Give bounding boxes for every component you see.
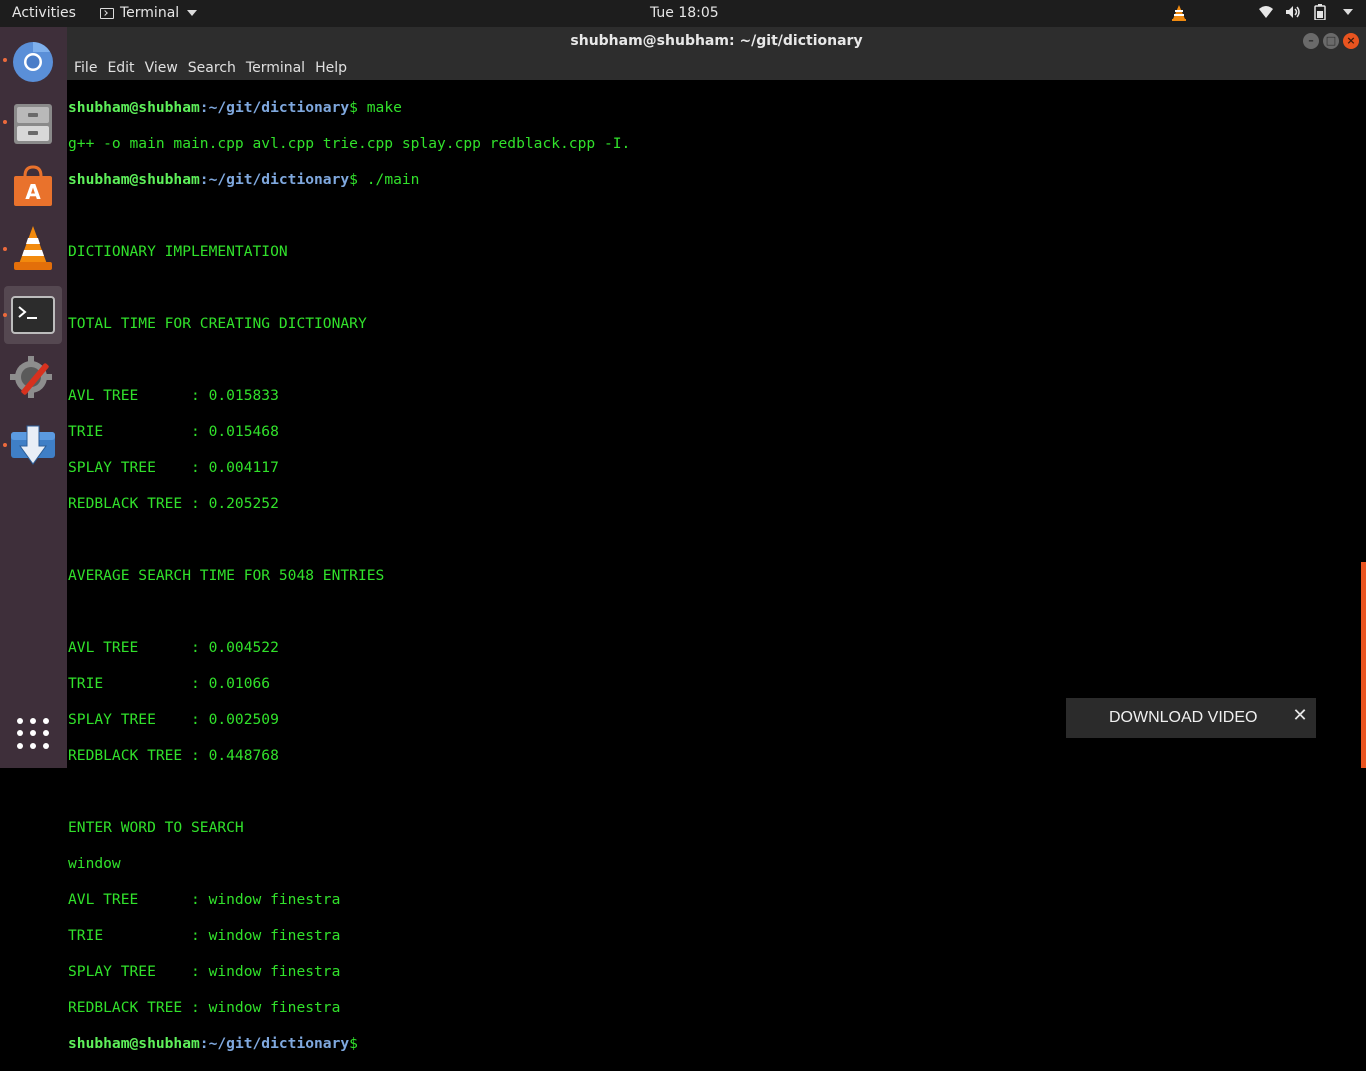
app-menu-label: Terminal [120, 5, 180, 21]
prompt-symbol: $ [349, 99, 367, 116]
close-button[interactable]: × [1343, 33, 1359, 49]
input-line: window [68, 855, 121, 872]
output-line: SPLAY TREE : 0.004117 [68, 459, 279, 476]
running-indicator [3, 58, 7, 62]
menu-file[interactable]: File [74, 60, 97, 76]
clock[interactable]: Tue 18:05 [650, 5, 719, 21]
vlc-cone-icon[interactable] [1170, 4, 1188, 26]
window-title: shubham@shubham: ~/git/dictionary [570, 33, 863, 49]
menu-view[interactable]: View [145, 60, 178, 76]
dock-item-vlc[interactable] [4, 219, 62, 277]
dock: A [0, 27, 67, 768]
dock-item-terminal[interactable] [4, 286, 62, 344]
top-panel: Activities Terminal Tue 18:05 [0, 0, 1366, 27]
prompt-symbol: $ [349, 1035, 367, 1052]
terminal-output[interactable]: shubham@shubham:~/git/dictionary$ make g… [67, 80, 1366, 1052]
prompt-line: shubham@shubham:~/git/dictionary$ make [68, 99, 1366, 117]
prompt-path: :~/git/dictionary [199, 171, 350, 188]
output-line: REDBLACK TREE : window finestra [68, 999, 341, 1016]
output-line: ENTER WORD TO SEARCH [68, 819, 244, 836]
output-line: TRIE : 0.015468 [68, 423, 279, 440]
command-text: make [366, 99, 402, 116]
close-icon[interactable]: ✕ [1292, 706, 1308, 724]
prompt-symbol: $ [349, 171, 367, 188]
terminal-icon [100, 7, 114, 19]
battery-icon[interactable] [1312, 3, 1328, 21]
output-line: TRIE : window finestra [68, 927, 341, 944]
running-indicator [3, 443, 7, 447]
activities-button[interactable]: Activities [12, 5, 76, 21]
menu-bar: File Edit View Search Terminal Help [67, 56, 1366, 80]
show-applications-button[interactable] [17, 718, 49, 750]
menu-terminal[interactable]: Terminal [246, 60, 305, 76]
chevron-down-icon [187, 10, 198, 16]
output-line: AVL TREE : 0.004522 [68, 639, 279, 656]
shopping-bag-icon: A [14, 165, 52, 206]
prompt-path: :~/git/dictionary [199, 1035, 350, 1052]
window-titlebar[interactable]: shubham@shubham: ~/git/dictionary – □ × [67, 27, 1366, 56]
app-menu[interactable]: Terminal [100, 5, 198, 21]
output-line: TOTAL TIME FOR CREATING DICTIONARY [68, 315, 367, 332]
dock-item-system-settings[interactable] [4, 348, 62, 406]
volume-icon[interactable] [1285, 3, 1301, 21]
dock-item-downloader[interactable] [4, 416, 62, 474]
chevron-down-icon[interactable] [1339, 3, 1355, 21]
output-line: AVERAGE SEARCH TIME FOR 5048 ENTRIES [68, 567, 385, 584]
grid-icon [17, 718, 23, 724]
dock-item-software-center[interactable]: A [4, 157, 62, 215]
command-text: ./main [366, 171, 420, 188]
output-line: SPLAY TREE : window finestra [68, 963, 341, 980]
output-line: AVL TREE : 0.015833 [68, 387, 279, 404]
wifi-icon[interactable] [1258, 3, 1274, 21]
scrollbar[interactable] [1361, 562, 1366, 768]
prompt-user: shubham@shubham [68, 99, 200, 116]
prompt-user: shubham@shubham [68, 1035, 200, 1052]
download-video-popup: DOWNLOAD VIDEO ✕ [1066, 698, 1316, 738]
output-line: REDBLACK TREE : 0.205252 [68, 495, 279, 512]
prompt-user: shubham@shubham [68, 171, 200, 188]
output-line: AVL TREE : window finestra [68, 891, 341, 908]
prompt-path: :~/git/dictionary [199, 99, 350, 116]
minimize-button[interactable]: – [1303, 33, 1319, 49]
prompt-line: shubham@shubham:~/git/dictionary$ ./main [68, 171, 1366, 189]
system-tray[interactable] [1258, 3, 1355, 21]
download-video-button[interactable]: DOWNLOAD VIDEO [1109, 709, 1257, 727]
chromium-icon [13, 42, 53, 82]
dock-item-chromium[interactable] [4, 33, 62, 91]
menu-help[interactable]: Help [315, 60, 347, 76]
download-arrow-icon [11, 425, 55, 465]
output-line: REDBLACK TREE : 0.448768 [68, 747, 279, 764]
running-indicator [3, 313, 7, 317]
vlc-cone-icon [14, 226, 52, 270]
file-cabinet-icon [14, 104, 52, 144]
svg-text:A: A [25, 180, 41, 204]
output-line: TRIE : 0.01066 [68, 675, 271, 692]
terminal-icon [11, 296, 55, 334]
prompt-line[interactable]: shubham@shubham:~/git/dictionary$ [68, 1035, 1366, 1053]
menu-search[interactable]: Search [188, 60, 236, 76]
running-indicator [3, 120, 7, 124]
dock-item-files[interactable] [4, 95, 62, 153]
running-indicator [3, 247, 7, 251]
maximize-button[interactable]: □ [1323, 33, 1339, 49]
output-line: g++ -o main main.cpp avl.cpp trie.cpp sp… [68, 135, 631, 152]
menu-edit[interactable]: Edit [107, 60, 134, 76]
output-line: DICTIONARY IMPLEMENTATION [68, 243, 288, 260]
gear-wrench-icon [10, 356, 52, 398]
